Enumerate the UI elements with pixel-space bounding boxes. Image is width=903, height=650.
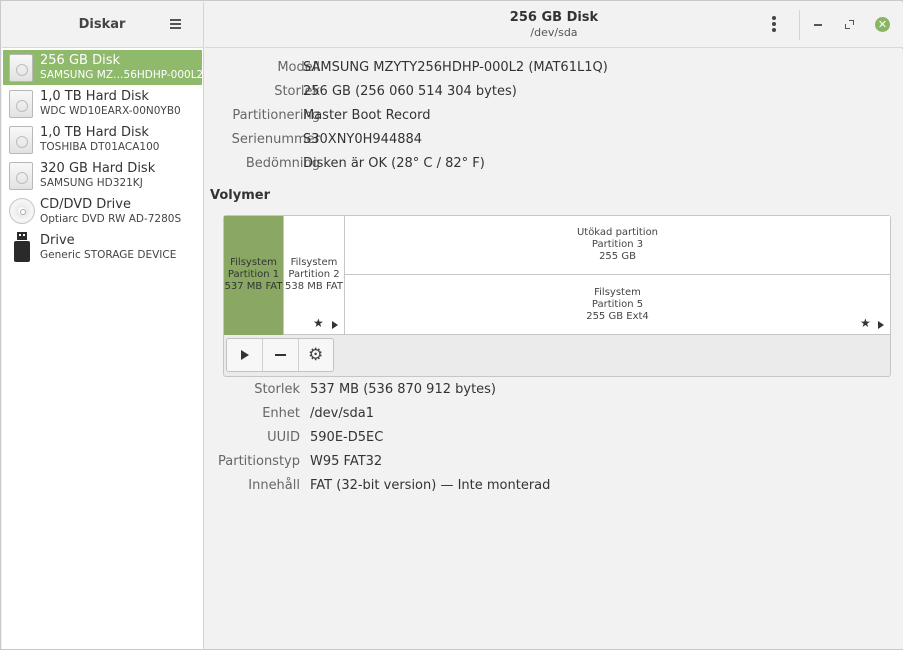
vol-contents-row: Innehåll (205, 478, 300, 496)
assessment-value: Disken är OK (28° C / 82° F) (303, 156, 485, 171)
hard-disk-icon (9, 162, 33, 190)
serial-value: S30XNY0H944884 (303, 132, 423, 147)
sidebar-item-cd-dvd[interactable]: CD/DVD Drive Optiarc DVD RW AD-7280S (3, 194, 202, 229)
sidebar-item-256gb-disk[interactable]: 256 GB Disk SAMSUNG MZ…56HDHP-000L2 (3, 50, 204, 85)
partition-type: Filsystem (594, 287, 641, 298)
partition-name: Partition 5 (591, 299, 644, 310)
model-label: Modell (277, 60, 320, 75)
vol-size-label: Storlek (254, 382, 300, 397)
volumes-heading: Volymer (210, 188, 270, 203)
serial-label: Serienummer (231, 132, 320, 147)
bootable-star-icon: ★ (860, 316, 871, 330)
header-separator (799, 10, 800, 40)
usb-drive-icon (14, 232, 30, 262)
disk-model: Generic STORAGE DEVICE (40, 249, 177, 261)
partition-5-block[interactable]: Filsystem Partition 5 255 GB Ext4 ★ (345, 275, 890, 335)
disk-details: Modell SAMSUNG MZYTY256HDHP-000L2 (MAT61… (205, 49, 903, 649)
vol-type-row: Partitionstyp (205, 454, 300, 472)
vol-uuid-row: UUID (205, 430, 300, 448)
menu-icon[interactable] (170, 19, 181, 29)
sidebar-item-320gb[interactable]: 320 GB Hard Disk SAMSUNG HD321KJ (3, 158, 202, 193)
partition-3-block[interactable]: Utökad partition Partition 3 255 GB (345, 216, 890, 275)
partition-name: Partition 1 (227, 269, 280, 280)
volumes-frame: Filsystem Partition 1 537 MB FAT Filsyst… (223, 215, 891, 377)
vol-device-value: /dev/sda1 (310, 406, 374, 421)
vol-size-row: Storlek (205, 382, 300, 400)
assessment-label: Bedömning (245, 156, 320, 171)
delete-partition-button[interactable] (263, 339, 299, 371)
disk-model: WDC WD10EARX-00N0YB0 (40, 105, 181, 117)
partition-settings-button[interactable]: ⚙ (299, 339, 335, 371)
partition-1-block[interactable]: Filsystem Partition 1 537 MB FAT (224, 216, 284, 335)
vol-device-row: Enhet (205, 406, 300, 424)
partition-type: Utökad partition (576, 227, 659, 238)
volume-toolbar: ⚙ (226, 338, 334, 372)
sidebar-item-1tb-toshiba[interactable]: 1,0 TB Hard Disk TOSHIBA DT01ACA100 (3, 122, 202, 157)
partition-type: Filsystem (230, 257, 277, 268)
sidebar-item-1tb-wdc[interactable]: 1,0 TB Hard Disk WDC WD10EARX-00N0YB0 (3, 86, 202, 121)
size-value: 256 GB (256 060 514 304 bytes) (303, 84, 517, 99)
disk-name: 256 GB Disk (40, 53, 120, 68)
vol-uuid-label: UUID (267, 430, 300, 445)
close-icon[interactable]: ✕ (875, 17, 890, 32)
disk-name: 1,0 TB Hard Disk (40, 125, 149, 140)
play-arrow-icon (332, 321, 338, 329)
sidebar-header: Diskar (2, 2, 203, 48)
partition-size: 538 MB FAT (285, 281, 343, 292)
vol-contents-label: Innehåll (248, 478, 300, 493)
size-label: Storlek (274, 84, 320, 99)
disk-model: SAMSUNG HD321KJ (40, 177, 143, 189)
minus-icon (275, 354, 286, 356)
gear-icon: ⚙ (308, 345, 324, 365)
vol-uuid-value: 590E-D5EC (310, 430, 384, 445)
partition-name: Partition 3 (591, 239, 644, 250)
partition-size: 537 MB FAT (224, 281, 283, 292)
play-arrow-icon (878, 321, 884, 329)
model-value: SAMSUNG MZYTY256HDHP-000L2 (MAT61L1Q) (303, 60, 608, 75)
minimize-icon[interactable] (814, 24, 822, 26)
disk-name: 320 GB Hard Disk (40, 161, 156, 176)
disk-model: SAMSUNG MZ…56HDHP-000L2 (40, 69, 204, 81)
partition-size: 255 GB Ext4 (586, 311, 649, 322)
sidebar: Diskar 256 GB Disk SAMSUNG MZ…56HDHP-000… (2, 2, 204, 649)
volume-map: Filsystem Partition 1 537 MB FAT Filsyst… (224, 216, 890, 335)
hard-disk-icon (9, 54, 33, 82)
disk-name: 1,0 TB Hard Disk (40, 89, 149, 104)
play-icon (241, 350, 249, 360)
sidebar-item-usb-drive[interactable]: Drive Generic STORAGE DEVICE (3, 230, 202, 265)
hard-disk-icon (9, 90, 33, 118)
vol-contents-value: FAT (32-bit version) — Inte monterad (310, 478, 551, 493)
partition-name: Partition 2 (288, 269, 340, 280)
vol-device-label: Enhet (262, 406, 300, 421)
partition-2-block[interactable]: Filsystem Partition 2 538 MB FAT ★ (284, 216, 345, 335)
vol-type-label: Partitionstyp (218, 454, 300, 469)
partitioning-label: Partitionering (232, 108, 320, 123)
disk-model: Optiarc DVD RW AD-7280S (40, 213, 182, 225)
vol-type-value: W95 FAT32 (310, 454, 383, 469)
app-window: Diskar 256 GB Disk SAMSUNG MZ…56HDHP-000… (0, 0, 903, 650)
header-bar: 256 GB Disk /dev/sda ✕ (205, 2, 903, 48)
partition-type: Filsystem (290, 257, 338, 268)
disk-name: Drive (40, 233, 75, 248)
hard-disk-icon (9, 126, 33, 154)
partitioning-value: Master Boot Record (303, 108, 431, 123)
partition-size: 255 GB (599, 251, 636, 262)
mount-button[interactable] (227, 339, 263, 371)
disk-model: TOSHIBA DT01ACA100 (40, 141, 160, 153)
maximize-icon[interactable] (845, 20, 854, 29)
more-options-icon[interactable] (771, 16, 777, 34)
optical-disc-icon (9, 198, 35, 224)
bootable-star-icon: ★ (313, 316, 324, 330)
disk-name: CD/DVD Drive (40, 197, 131, 212)
vol-size-value: 537 MB (536 870 912 bytes) (310, 382, 497, 397)
